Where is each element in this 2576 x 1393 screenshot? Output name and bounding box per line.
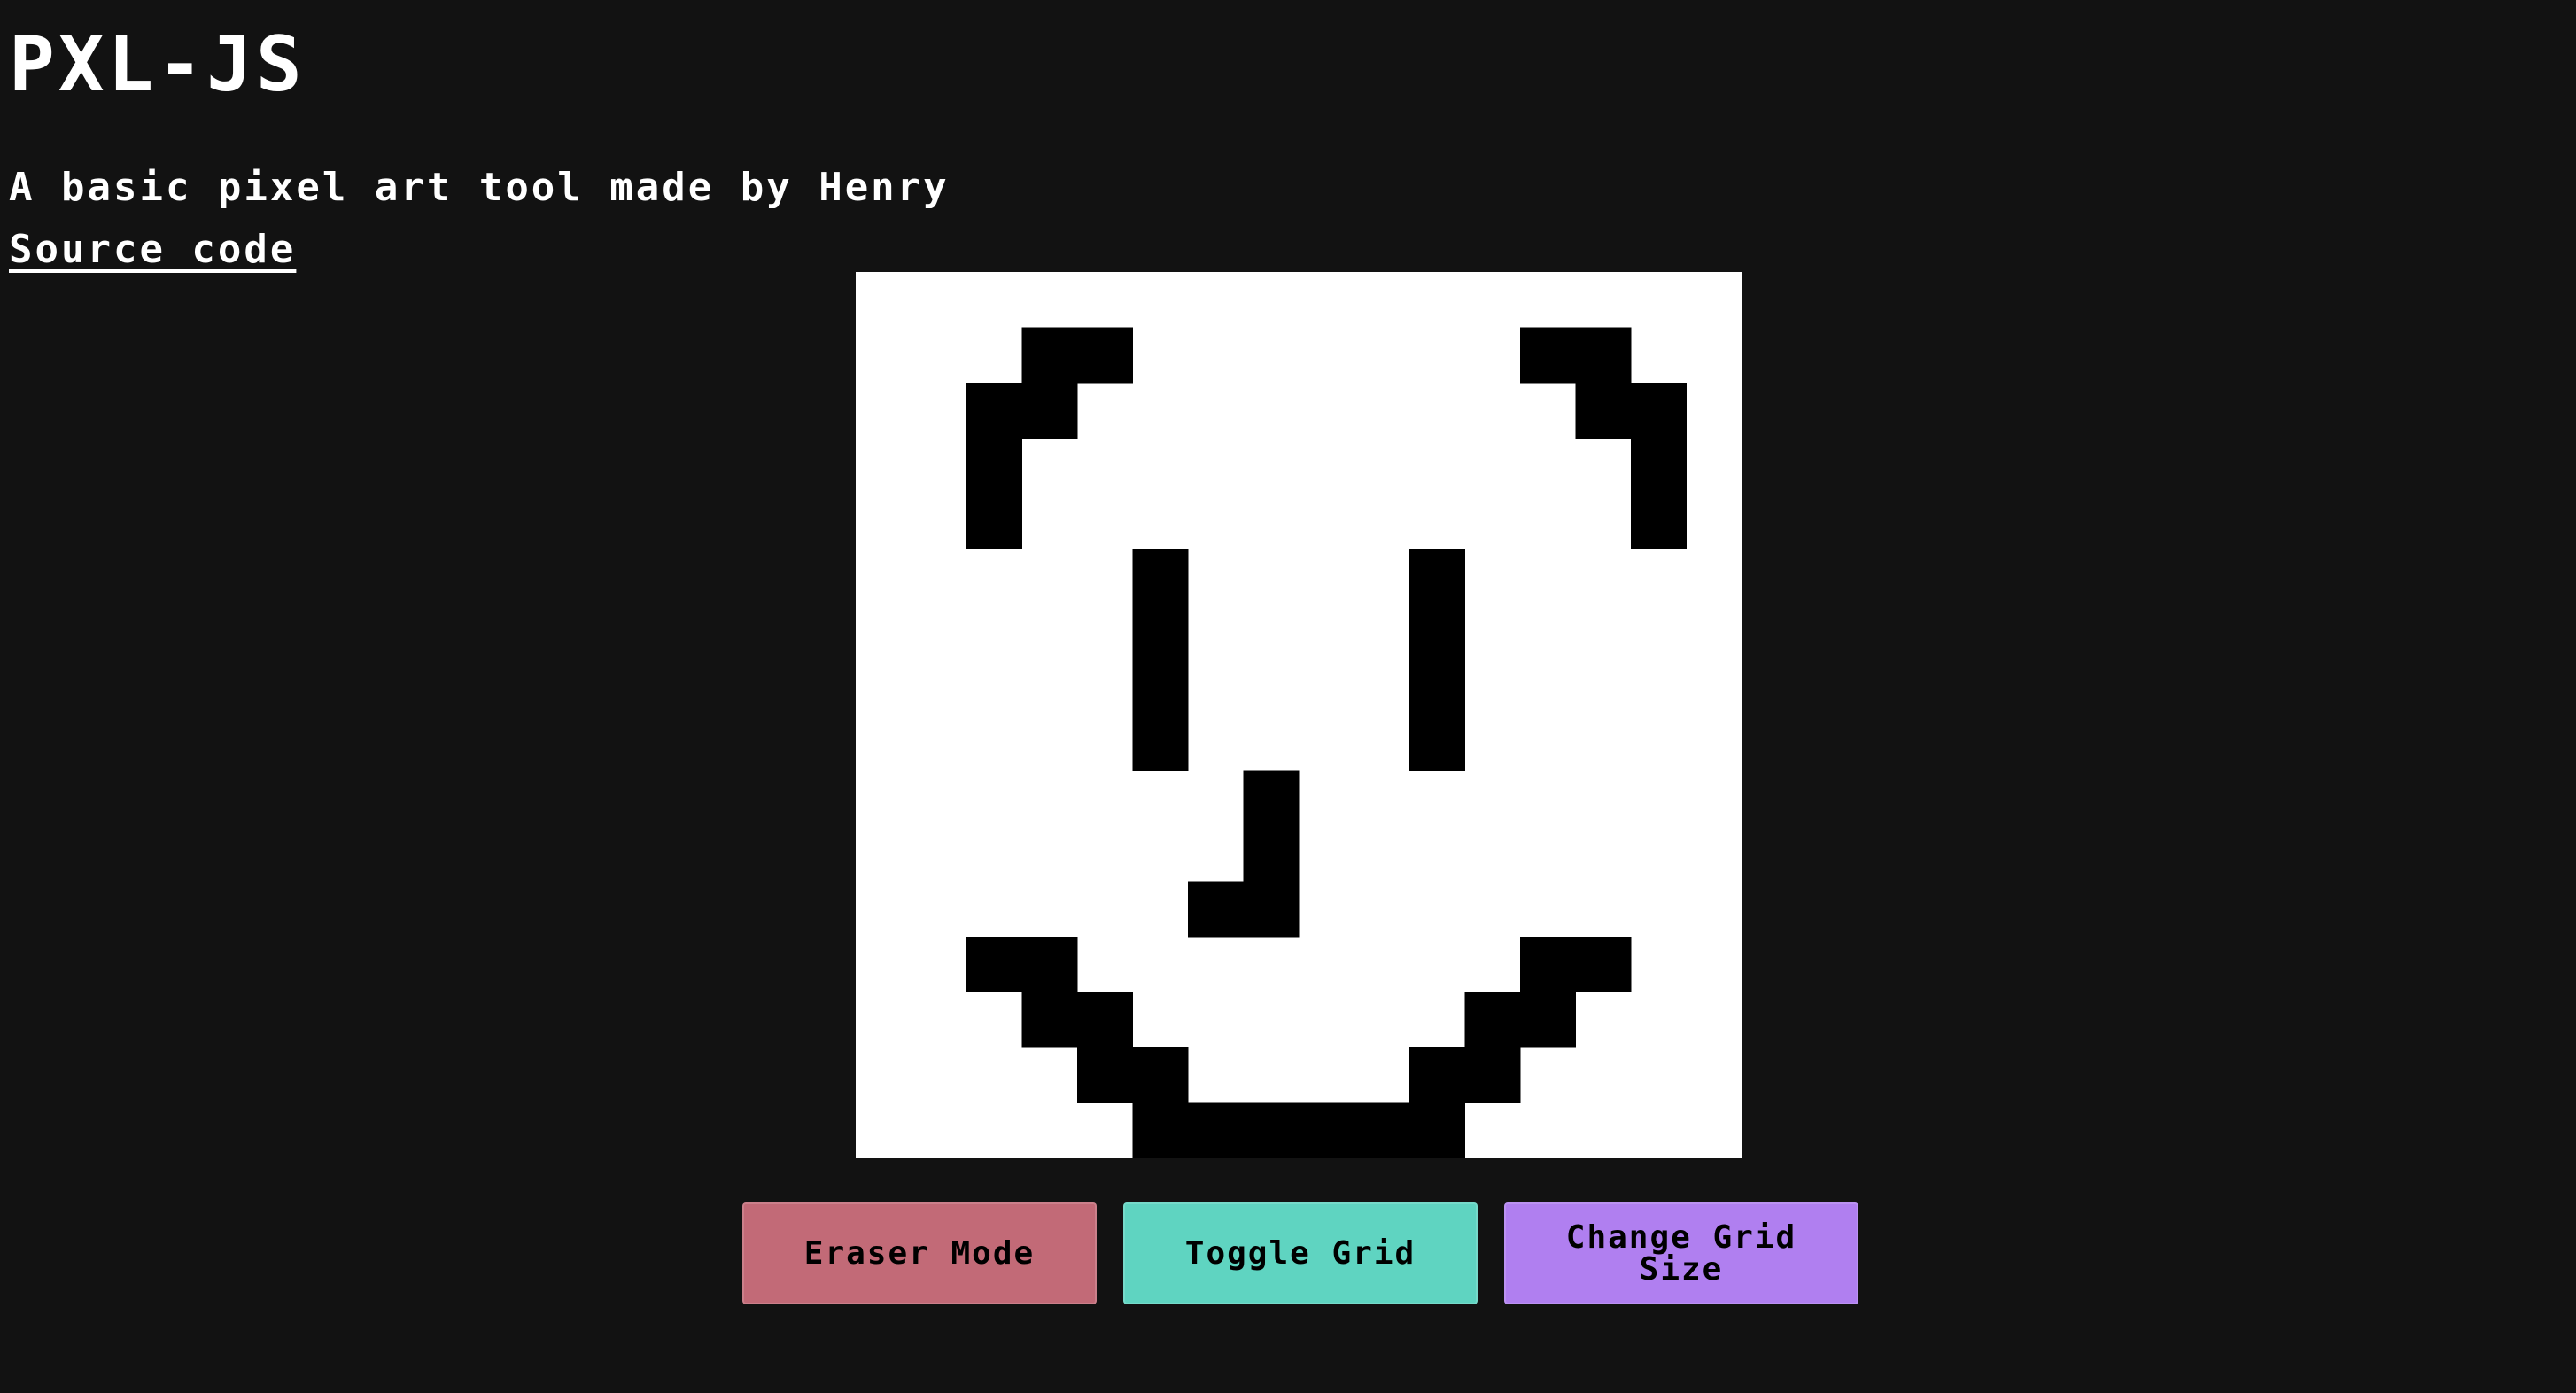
page-subtitle: A basic pixel art tool made by Henry xyxy=(9,165,950,210)
filled-pixel[interactable] xyxy=(1243,881,1300,938)
filled-pixel[interactable] xyxy=(1243,770,1300,827)
filled-pixel[interactable] xyxy=(1299,1102,1354,1159)
filled-pixel[interactable] xyxy=(1077,327,1133,384)
toggle-grid-button[interactable]: Toggle Grid xyxy=(1123,1202,1478,1304)
filled-pixel[interactable] xyxy=(1132,1047,1189,1103)
filled-pixel[interactable] xyxy=(1188,1102,1244,1159)
filled-pixel[interactable] xyxy=(1132,715,1189,771)
filled-pixel[interactable] xyxy=(1132,659,1189,716)
filled-pixel[interactable] xyxy=(1575,937,1632,992)
filled-pixel[interactable] xyxy=(1409,1047,1465,1103)
filled-pixel[interactable] xyxy=(1021,327,1078,384)
filled-pixel[interactable] xyxy=(1520,937,1576,992)
filled-pixel[interactable] xyxy=(1021,992,1078,1048)
filled-pixel[interactable] xyxy=(1409,1102,1465,1159)
filled-pixel[interactable] xyxy=(966,438,1022,494)
change-grid-size-button[interactable]: Change Grid Size xyxy=(1504,1202,1858,1304)
filled-pixel[interactable] xyxy=(966,494,1022,549)
filled-pixel[interactable] xyxy=(1409,604,1465,660)
filled-pixel[interactable] xyxy=(1464,1047,1521,1103)
app-page: PXL-JS A basic pixel art tool made by He… xyxy=(0,0,2576,1393)
filled-pixel[interactable] xyxy=(1575,327,1632,384)
filled-pixel[interactable] xyxy=(1132,1102,1189,1159)
page-title: PXL-JS xyxy=(9,20,306,109)
eraser-mode-button[interactable]: Eraser Mode xyxy=(742,1202,1097,1304)
filled-pixel[interactable] xyxy=(1631,438,1687,494)
filled-pixel[interactable] xyxy=(1631,383,1687,439)
source-code-link[interactable]: Source code xyxy=(9,230,296,269)
filled-pixel[interactable] xyxy=(1188,881,1244,938)
filled-pixel[interactable] xyxy=(966,937,1022,992)
filled-pixel[interactable] xyxy=(1409,549,1465,605)
filled-pixel[interactable] xyxy=(1243,826,1300,882)
filled-pixel[interactable] xyxy=(1354,1102,1410,1159)
filled-pixel[interactable] xyxy=(1409,659,1465,716)
controls-bar: Eraser Mode Toggle Grid Change Grid Size xyxy=(742,1202,1858,1304)
filled-pixel[interactable] xyxy=(1575,383,1632,439)
pixel-canvas[interactable] xyxy=(856,272,1742,1158)
filled-pixel[interactable] xyxy=(1077,992,1133,1048)
filled-pixel[interactable] xyxy=(1021,937,1078,992)
filled-pixel[interactable] xyxy=(1520,992,1576,1048)
filled-pixel[interactable] xyxy=(1077,1047,1133,1103)
filled-pixel[interactable] xyxy=(1409,715,1465,771)
filled-pixel[interactable] xyxy=(1132,549,1189,605)
filled-pixel[interactable] xyxy=(1132,604,1189,660)
filled-pixel[interactable] xyxy=(966,383,1022,439)
filled-pixel[interactable] xyxy=(1631,494,1687,549)
filled-pixel[interactable] xyxy=(1520,327,1576,384)
filled-pixel[interactable] xyxy=(1021,383,1078,439)
filled-pixel[interactable] xyxy=(1243,1102,1300,1159)
pixel-grid[interactable] xyxy=(856,272,1742,1158)
filled-pixel[interactable] xyxy=(1464,992,1521,1048)
